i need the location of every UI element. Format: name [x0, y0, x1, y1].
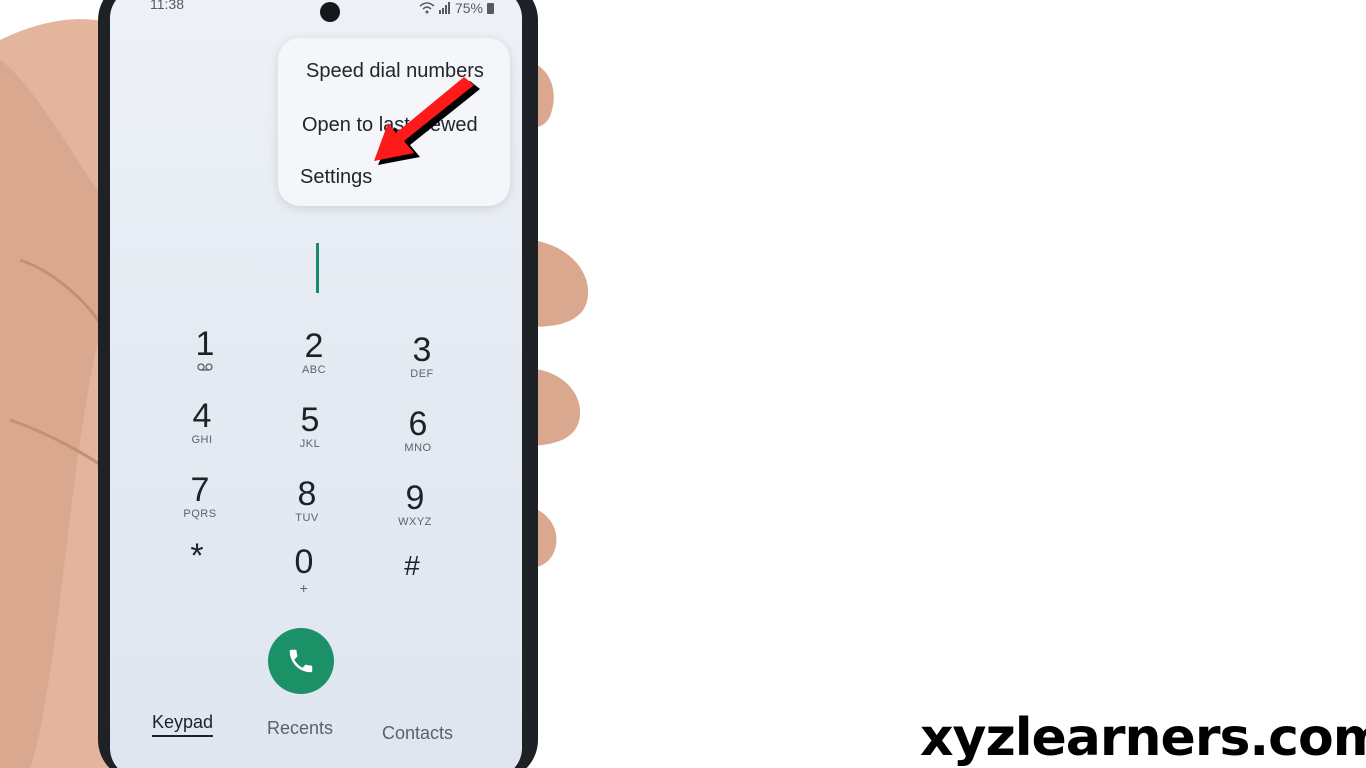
phone-icon — [289, 649, 313, 673]
status-bar: 11:38 75% — [110, 0, 522, 22]
tab-contacts[interactable]: Contacts — [382, 723, 453, 744]
key-9[interactable]: 9 WXYZ — [375, 480, 455, 528]
voicemail-icon — [165, 362, 245, 374]
phone-screen: 11:38 75% Speed dial numbers Open to las… — [110, 0, 522, 768]
wifi-icon — [419, 2, 435, 14]
call-button[interactable] — [268, 628, 334, 694]
key-4[interactable]: 4 GHI — [162, 398, 242, 446]
battery-icon — [487, 3, 494, 14]
tab-recents[interactable]: Recents — [267, 718, 333, 739]
key-2[interactable]: 2 ABC — [274, 328, 354, 376]
key-star[interactable]: * — [157, 538, 237, 574]
front-camera — [320, 2, 340, 22]
red-arrow-icon — [374, 77, 480, 165]
status-right-group: 75% — [419, 0, 494, 16]
key-6[interactable]: 6 MNO — [378, 406, 458, 454]
watermark-text: xyzlearners.com — [920, 708, 1366, 768]
key-7[interactable]: 7 PQRS — [160, 472, 240, 520]
signal-icon — [438, 2, 450, 14]
status-time: 11:38 — [150, 0, 184, 12]
phone-frame: 11:38 75% Speed dial numbers Open to las… — [98, 0, 538, 768]
key-1[interactable]: 1 — [165, 326, 245, 374]
key-5[interactable]: 5 JKL — [270, 402, 350, 450]
screenshot-stage: 11:38 75% Speed dial numbers Open to las… — [0, 0, 1366, 768]
key-8[interactable]: 8 TUV — [267, 476, 347, 524]
dial-input-cursor[interactable] — [316, 243, 319, 293]
tab-keypad[interactable]: Keypad — [152, 712, 214, 737]
key-3[interactable]: 3 DEF — [382, 332, 462, 380]
battery-level: 75% — [454, 0, 483, 16]
key-hash[interactable]: # — [372, 548, 452, 584]
key-0[interactable]: 0 + — [264, 544, 344, 596]
menu-item-settings[interactable]: Settings — [300, 166, 372, 189]
